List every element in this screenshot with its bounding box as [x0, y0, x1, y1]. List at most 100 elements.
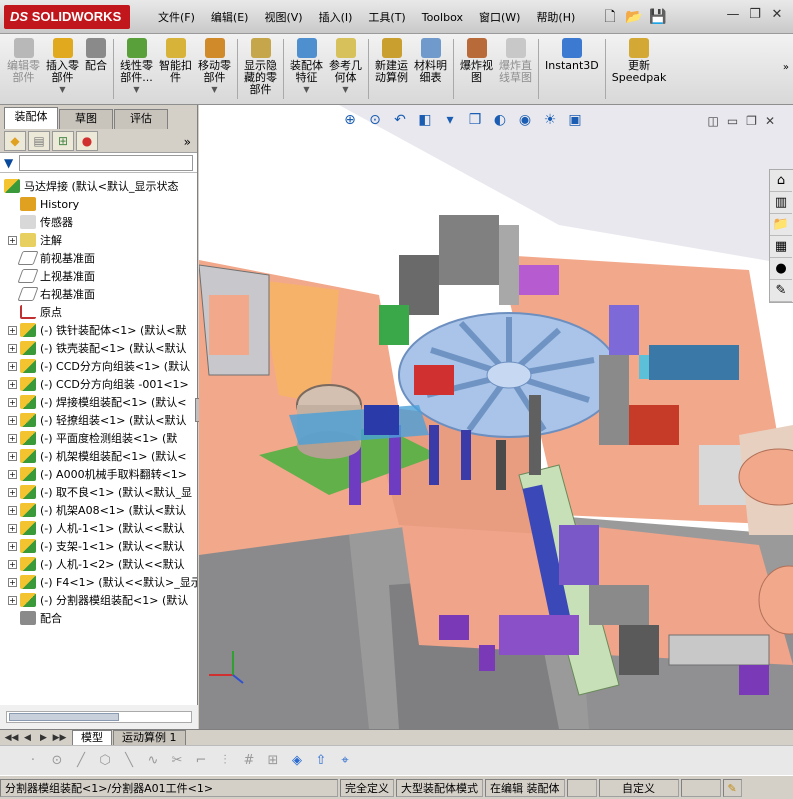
- status-rebuild-icon[interactable]: ✎: [722, 778, 742, 797]
- home-icon[interactable]: ⌂: [770, 170, 792, 192]
- save-icon[interactable]: 💾: [648, 7, 668, 27]
- line-icon[interactable]: ╱: [72, 752, 90, 770]
- 3d-sketch-icon[interactable]: ◈: [288, 752, 306, 770]
- expand-toggle-icon[interactable]: +: [8, 451, 17, 461]
- panel-tab-2[interactable]: 评估: [114, 109, 168, 129]
- custom-properties-icon[interactable]: ✎: [770, 280, 792, 302]
- reference-geometry-dropdown-icon[interactable]: ▼: [342, 84, 348, 96]
- open-folder-icon[interactable]: 📂: [624, 7, 644, 27]
- move-component-button[interactable]: 移动零 部件 ▼: [195, 36, 234, 104]
- smart-fasteners-button[interactable]: 智能扣 件: [156, 36, 195, 104]
- menu-toolbox[interactable]: Toolbox: [414, 9, 471, 27]
- expand-toggle-icon[interactable]: +: [8, 379, 17, 389]
- explode-line-sketch-button[interactable]: 爆炸直 线草图: [496, 36, 535, 104]
- tree-node-c11[interactable]: + (-) 机架A08<1> (默认<默认: [0, 501, 197, 519]
- assembly-3d-model[interactable]: [199, 105, 793, 729]
- tree-node-c3[interactable]: + (-) CCD分方向组装<1> (默认: [0, 357, 197, 375]
- exploded-view-button[interactable]: 爆炸视 图: [457, 36, 496, 104]
- tree-node-c8[interactable]: + (-) 机架模组装配<1> (默认<: [0, 447, 197, 465]
- expand-toggle-icon[interactable]: +: [8, 505, 17, 515]
- tree-node-c9[interactable]: + (-) A000机械手取料翻转<1>: [0, 465, 197, 483]
- tree-node-c16[interactable]: + (-) 分割器模组装配<1> (默认: [0, 591, 197, 609]
- expand-toggle-icon[interactable]: +: [8, 559, 17, 569]
- insert-components-button[interactable]: 插入零 部件 ▼: [43, 36, 82, 104]
- grid-icon[interactable]: #: [240, 752, 258, 770]
- window-minimize-button[interactable]: —: [723, 6, 743, 24]
- tree-node-c1[interactable]: + (-) 铁针装配体<1> (默认<默: [0, 321, 197, 339]
- new-document-icon[interactable]: 🗋: [600, 7, 620, 27]
- trim-icon[interactable]: ✂: [168, 752, 186, 770]
- expand-toggle-icon[interactable]: +: [8, 541, 17, 551]
- tree-node-c14[interactable]: + (-) 人机-1<2> (默认<<默认: [0, 555, 197, 573]
- filter-input[interactable]: [19, 154, 193, 171]
- circle-icon[interactable]: ⊙: [48, 752, 66, 770]
- edit-component-button[interactable]: 编辑零 部件: [4, 36, 43, 104]
- solidworks-logo[interactable]: DS SOLIDWORKS: [4, 5, 130, 29]
- section-view-icon[interactable]: ◧: [414, 109, 436, 131]
- expand-toggle-icon[interactable]: +: [8, 433, 17, 443]
- expand-toggle-icon[interactable]: +: [8, 325, 17, 335]
- spline-icon[interactable]: ∿: [144, 752, 162, 770]
- reference-geometry-button[interactable]: 参考几 何体 ▼: [326, 36, 365, 104]
- tree-node-annotations[interactable]: + 注解: [0, 231, 197, 249]
- expand-toggle-icon[interactable]: +: [8, 235, 17, 245]
- smart-dimension-icon[interactable]: ⌖: [336, 752, 354, 770]
- window-restore-button[interactable]: ❐: [745, 6, 765, 24]
- tree-node-origin[interactable]: 原点: [0, 303, 197, 321]
- tree-node-c15[interactable]: + (-) F4<1> (默认<<默认>_显示: [0, 573, 197, 591]
- configuration-manager-icon[interactable]: ⊞: [52, 130, 74, 151]
- instant3d-button[interactable]: Instant3D: [542, 36, 602, 104]
- appearances-icon[interactable]: ●: [770, 258, 792, 280]
- menu-edit[interactable]: 编辑(E): [203, 9, 257, 27]
- expand-toggle-icon[interactable]: +: [8, 415, 17, 425]
- linear-pattern-dropdown-icon[interactable]: ▼: [133, 84, 139, 96]
- tree-node-c10[interactable]: + (-) 取不良<1> (默认<默认_显: [0, 483, 197, 501]
- fill-icon[interactable]: ⊞: [264, 752, 282, 770]
- offset-icon[interactable]: ⌐: [192, 752, 210, 770]
- tree-node-top-plane[interactable]: 上视基准面: [0, 267, 197, 285]
- tree-node-c6[interactable]: + (-) 轻撩组装<1> (默认<默认: [0, 411, 197, 429]
- expand-toggle-icon[interactable]: +: [8, 523, 17, 533]
- viewport-split-button[interactable]: ◫: [707, 114, 718, 128]
- bottom-tab-0[interactable]: 模型: [72, 730, 112, 745]
- new-motion-study-button[interactable]: 新建运 动算例: [372, 36, 411, 104]
- tree-node-c7[interactable]: + (-) 平面度检测组装<1> (默: [0, 429, 197, 447]
- zoom-to-fit-icon[interactable]: ⊕: [339, 109, 361, 131]
- scrollbar-track[interactable]: [6, 711, 192, 723]
- assembly-features-button[interactable]: 装配体 特征 ▼: [287, 36, 326, 104]
- bill-of-materials-button[interactable]: 材料明 细表: [411, 36, 450, 104]
- expand-toggle-icon[interactable]: +: [8, 595, 17, 605]
- tree-node-c13[interactable]: + (-) 支架-1<1> (默认<<默认: [0, 537, 197, 555]
- show-hidden-button[interactable]: 显示隐 藏的零 部件: [241, 36, 280, 104]
- move-component-dropdown-icon[interactable]: ▼: [211, 84, 217, 96]
- hide-show-items-icon[interactable]: ◐: [489, 109, 511, 131]
- property-manager-icon[interactable]: ▤: [28, 130, 50, 151]
- tree-horizontal-scrollbar[interactable]: [0, 705, 198, 729]
- panel-tab-0[interactable]: 装配体: [4, 107, 58, 129]
- apply-scene-icon[interactable]: ☀: [539, 109, 561, 131]
- filter-icon[interactable]: ▼: [4, 156, 13, 170]
- tab-nav-arrow-icon[interactable]: ◀◀: [4, 731, 19, 745]
- tree-node-c2[interactable]: + (-) 铁壳装配<1> (默认<默认: [0, 339, 197, 357]
- panel-tab-1[interactable]: 草图: [59, 109, 113, 129]
- file-explorer-icon[interactable]: 📁: [770, 214, 792, 236]
- tree-node-history[interactable]: History: [0, 195, 197, 213]
- viewport-minimize-button[interactable]: ▭: [727, 114, 738, 128]
- view-orientation-icon[interactable]: ▾: [439, 109, 461, 131]
- toolbar-overflow-icon[interactable]: »: [783, 62, 789, 73]
- mate-button[interactable]: 配合: [82, 36, 110, 104]
- view-settings-icon[interactable]: ▣: [564, 109, 586, 131]
- view-palette-icon[interactable]: ▦: [770, 236, 792, 258]
- point-icon[interactable]: ·: [24, 752, 42, 770]
- expand-toggle-icon[interactable]: +: [8, 361, 17, 371]
- display-style-icon[interactable]: ❒: [464, 109, 486, 131]
- centerline-icon[interactable]: ╲: [120, 752, 138, 770]
- viewport-close-button[interactable]: ✕: [765, 114, 775, 128]
- expand-toggle-icon[interactable]: +: [8, 469, 17, 479]
- design-library-icon[interactable]: ▥: [770, 192, 792, 214]
- viewport-restore-button[interactable]: ❐: [746, 114, 757, 128]
- tree-node-sensors[interactable]: 传感器: [0, 213, 197, 231]
- tree-node-c12[interactable]: + (-) 人机-1<1> (默认<<默认: [0, 519, 197, 537]
- tree-node-c4[interactable]: + (-) CCD分方向组装 -001<1>: [0, 375, 197, 393]
- menu-insert[interactable]: 插入(I): [311, 9, 361, 27]
